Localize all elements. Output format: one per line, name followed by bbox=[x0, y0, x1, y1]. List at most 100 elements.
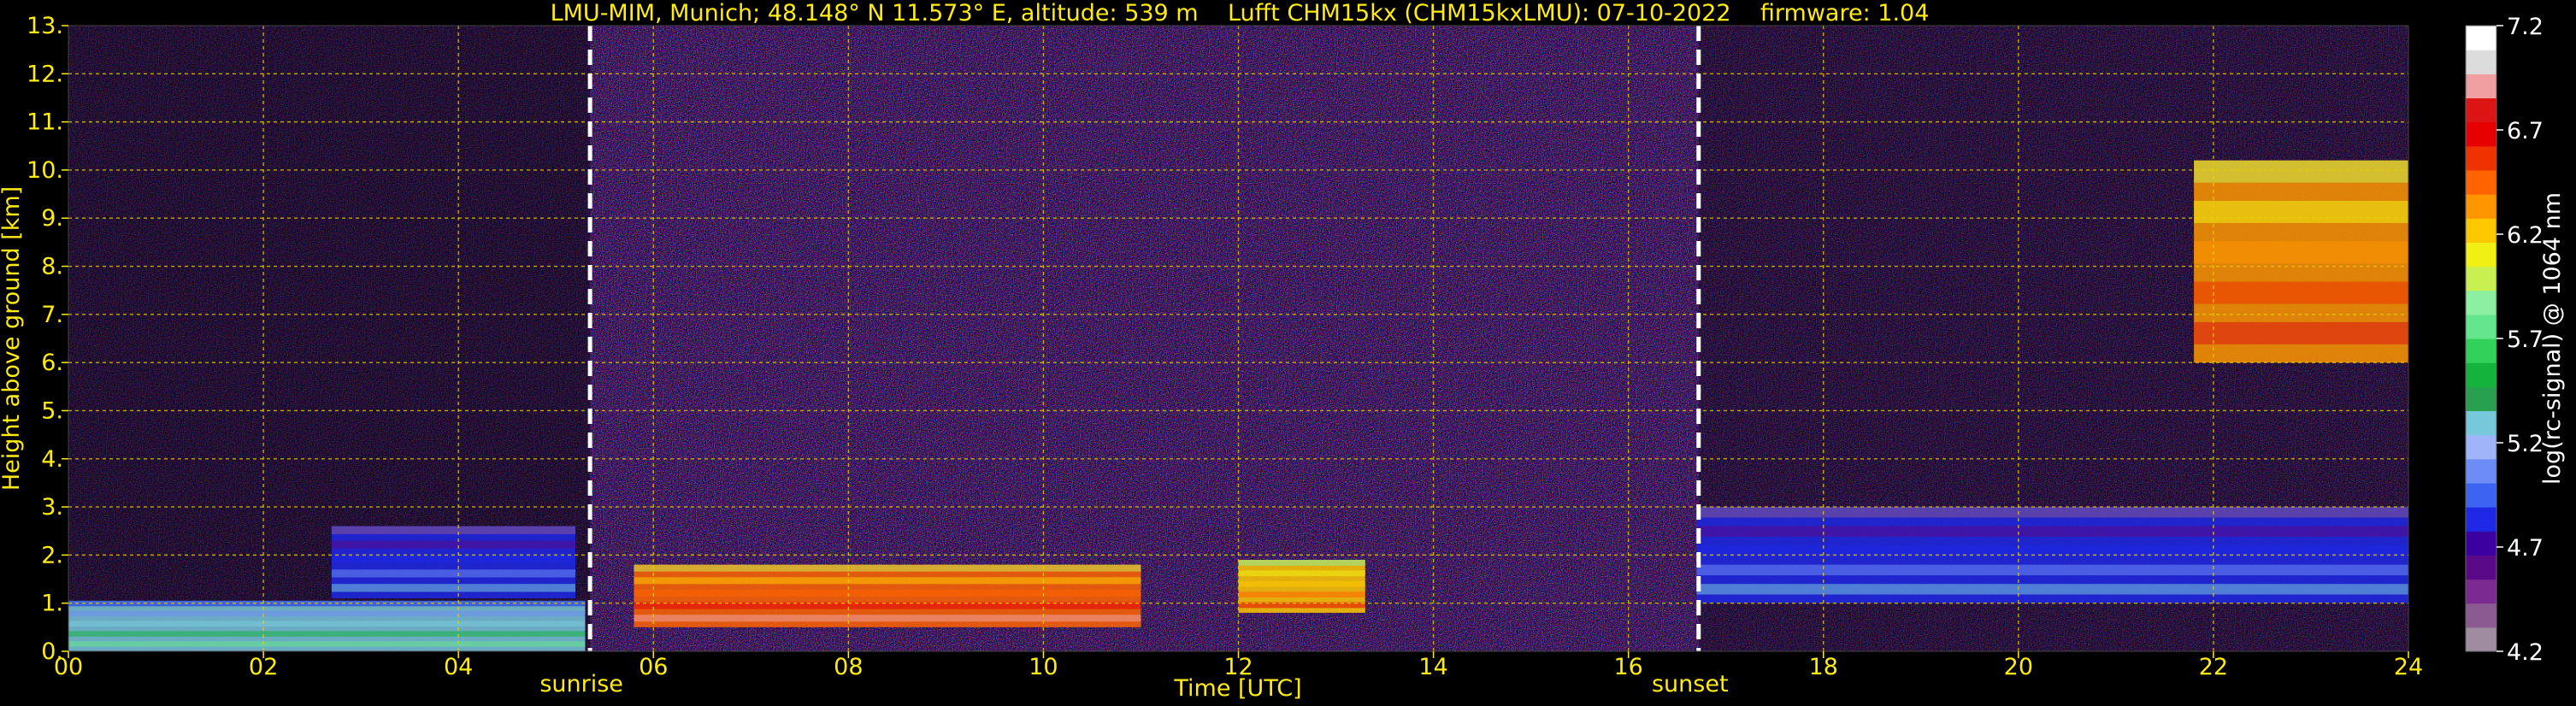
feature-nocturnal-boundary-layer bbox=[68, 600, 586, 651]
colorbar-segment bbox=[2466, 169, 2496, 195]
feature-stripe bbox=[68, 631, 586, 637]
colorbar-segment bbox=[2466, 314, 2496, 339]
colorbar-segment bbox=[2466, 507, 2496, 532]
y-tick-label: 10. bbox=[27, 157, 63, 184]
colorbar-segment bbox=[2466, 579, 2496, 604]
plot-area bbox=[68, 26, 2408, 651]
feature-stripe bbox=[68, 610, 586, 617]
feature-stripe bbox=[331, 526, 576, 534]
chart-title: LMU-MIM, Munich; 48.148° N 11.573° E, al… bbox=[551, 0, 1930, 26]
x-tick-label: 16 bbox=[1613, 654, 1642, 680]
colorbar-segment bbox=[2466, 145, 2496, 171]
marker-labels: sunrise sunset bbox=[539, 671, 1728, 697]
y-tick-label: 7. bbox=[41, 302, 63, 328]
feature-stripe bbox=[1696, 584, 2408, 595]
colorbar-segment bbox=[2466, 218, 2496, 243]
y-tick-label: 13. bbox=[27, 13, 63, 39]
colorbar-segment bbox=[2466, 242, 2496, 268]
colorbar-segment bbox=[2466, 338, 2496, 363]
colorbar-segment bbox=[2466, 26, 2496, 50]
colorbar-tick-label: 4.7 bbox=[2507, 535, 2544, 562]
feature-stripe bbox=[634, 564, 1141, 572]
feature-stripe bbox=[331, 540, 576, 549]
x-tick-label: 08 bbox=[834, 654, 863, 680]
feature-stripe bbox=[2194, 160, 2408, 183]
colorbar-segment bbox=[2466, 603, 2496, 628]
colorbar-segment bbox=[2466, 458, 2496, 484]
colorbar-segment bbox=[2466, 97, 2496, 123]
feature-stripe bbox=[1696, 545, 2408, 556]
feature-daytime-boundary-layer-top bbox=[634, 564, 1141, 627]
x-tick-label: 20 bbox=[2004, 654, 2033, 680]
y-tick-label: 0. bbox=[41, 638, 63, 665]
colorbar-segment bbox=[2466, 74, 2496, 99]
feature-stripe bbox=[634, 602, 1141, 609]
feature-stripe bbox=[331, 555, 576, 563]
feature-stripe bbox=[68, 641, 586, 647]
colorbar-label: log(rc-signal) @ 1064 nm bbox=[2539, 192, 2566, 485]
colorbar-tick-label: 6.7 bbox=[2507, 118, 2544, 144]
colorbar-segment bbox=[2466, 386, 2496, 412]
x-tick-label: 04 bbox=[444, 654, 473, 680]
colorbar-segment bbox=[2466, 290, 2496, 315]
feature-stripe bbox=[1696, 526, 2408, 537]
colorbar-tick-label: 4.2 bbox=[2507, 639, 2544, 666]
colorbar-segment bbox=[2466, 482, 2496, 508]
colorbar-segment bbox=[2466, 627, 2496, 652]
colorbar-segment bbox=[2466, 531, 2496, 556]
colorbar: 4.2 4.7 5.2 5.7 6.2 6.7 7.2 log(rc-signal) @ 1… bbox=[2465, 14, 2566, 666]
y-tick-label: 12. bbox=[27, 61, 63, 87]
y-tick-label: 9. bbox=[41, 205, 63, 232]
x-tick-label: 02 bbox=[249, 654, 278, 680]
colorbar-tick-label: 5.7 bbox=[2507, 327, 2544, 353]
sunrise-label: sunrise bbox=[539, 671, 623, 697]
y-tick-label: 5. bbox=[41, 397, 63, 424]
feature-stripe bbox=[1696, 507, 2408, 518]
feature-stripe bbox=[331, 584, 576, 592]
feature-stripe bbox=[634, 577, 1141, 585]
feature-stripe bbox=[634, 589, 1141, 597]
y-tick-label: 8. bbox=[41, 254, 63, 280]
colorbar-segment bbox=[2466, 121, 2496, 147]
feature-stripe bbox=[2194, 281, 2408, 304]
sunset-label: sunset bbox=[1652, 671, 1729, 697]
feature-stripe bbox=[634, 615, 1141, 622]
y-tick-label: 2. bbox=[41, 542, 63, 568]
colorbar-segment bbox=[2466, 50, 2496, 74]
feature-stripe bbox=[1238, 591, 1365, 597]
feature-stripe bbox=[2194, 321, 2408, 344]
x-tick-label: 06 bbox=[639, 654, 668, 680]
x-axis-label: Time [UTC] bbox=[1173, 675, 1301, 702]
colorbar-tick-label: 6.2 bbox=[2507, 222, 2544, 249]
colorbar-segment bbox=[2466, 434, 2496, 460]
x-tick-label: 18 bbox=[1809, 654, 1838, 680]
feature-cumulus-clouds bbox=[1238, 560, 1365, 613]
colorbar-tick-label: 5.2 bbox=[2507, 431, 2544, 457]
ceilometer-chart: LMU-MIM, Munich; 48.148° N 11.573° E, al… bbox=[0, 0, 2566, 702]
colorbar-tick-label: 7.2 bbox=[2507, 14, 2544, 40]
y-tick-label: 11. bbox=[27, 109, 63, 136]
feature-residual-layer bbox=[331, 526, 576, 599]
feature-mid-level-clouds bbox=[2194, 160, 2408, 363]
colorbar-segment bbox=[2466, 555, 2496, 580]
colorbar-segment bbox=[2466, 194, 2496, 219]
feature-stripe bbox=[1238, 560, 1365, 566]
x-tick-label: 24 bbox=[2394, 654, 2423, 680]
feature-stripe bbox=[68, 621, 586, 627]
y-tick-label: 6. bbox=[41, 350, 63, 376]
y-tick-label: 3. bbox=[41, 494, 63, 521]
feature-stripe bbox=[1238, 580, 1365, 587]
feature-stripe bbox=[1238, 570, 1365, 577]
colorbar-segment bbox=[2466, 362, 2496, 387]
x-tick-label: 14 bbox=[1418, 654, 1447, 680]
x-tick-label: 22 bbox=[2199, 654, 2228, 680]
x-tick-label: 10 bbox=[1029, 654, 1058, 680]
feature-stripe bbox=[1696, 564, 2408, 576]
feature-stripe bbox=[331, 569, 576, 578]
colorbar-segment bbox=[2466, 410, 2496, 436]
y-axis: 0. 1. 2. 3. 4. 5. 6. 7. 8. 9. 10. 11. 12. 13. bbox=[27, 13, 68, 665]
colorbar-segment bbox=[2466, 266, 2496, 291]
feature-stripe bbox=[2194, 241, 2408, 264]
y-tick-label: 4. bbox=[41, 446, 63, 473]
y-axis-label: Height above ground [km] bbox=[0, 186, 25, 491]
